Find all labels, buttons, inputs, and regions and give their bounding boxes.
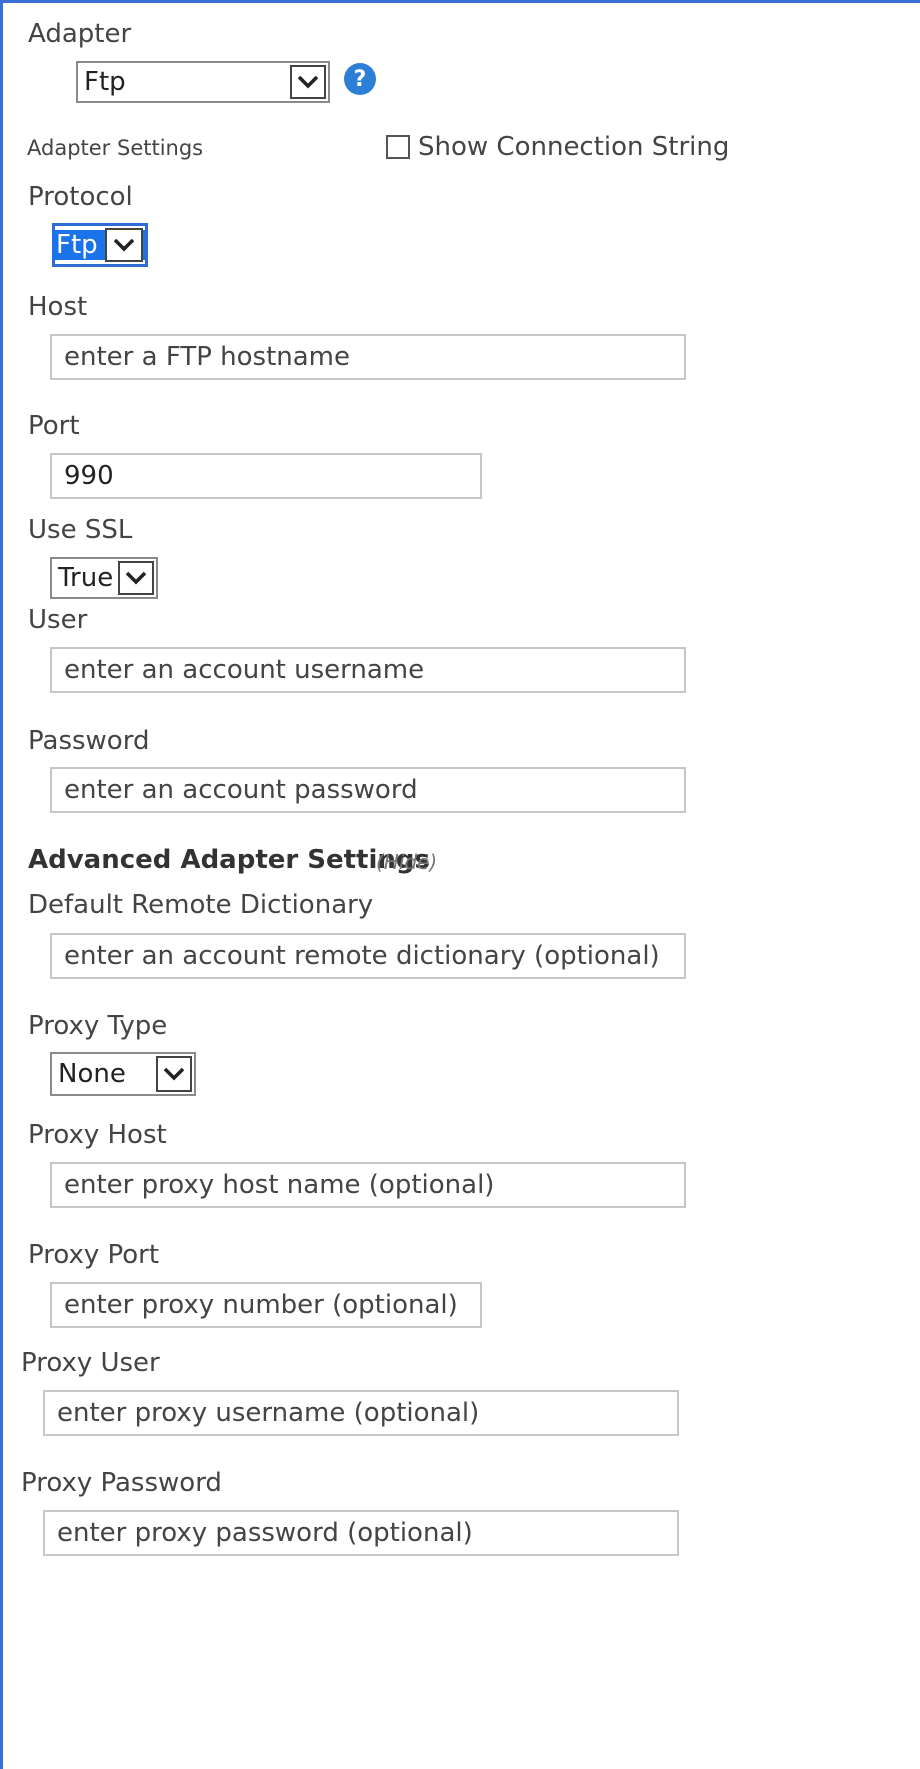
advanced-settings-title: Advanced Adapter Settings (28, 845, 430, 875)
port-input[interactable]: 990 (50, 453, 482, 499)
use-ssl-select[interactable]: True (50, 557, 158, 599)
protocol-label: Protocol (28, 182, 133, 212)
proxy-user-input[interactable]: enter proxy username (optional) (43, 1390, 679, 1436)
adapter-label: Adapter (28, 19, 132, 49)
password-input[interactable]: enter an account password (50, 767, 686, 813)
default-remote-dictionary-label: Default Remote Dictionary (28, 890, 374, 920)
adapter-settings-label: Adapter Settings (27, 136, 204, 160)
proxy-port-label: Proxy Port (28, 1240, 160, 1270)
host-input[interactable]: enter a FTP hostname (50, 334, 686, 380)
user-label: User (28, 605, 88, 635)
proxy-port-input[interactable]: enter proxy number (optional) (50, 1282, 482, 1328)
proxy-user-label: Proxy User (21, 1348, 160, 1378)
proxy-password-input[interactable]: enter proxy password (optional) (43, 1510, 679, 1556)
help-icon[interactable]: ? (344, 63, 376, 95)
protocol-select[interactable]: Ftp (52, 223, 148, 267)
advanced-settings-hide-link[interactable]: (Hide) (376, 850, 437, 874)
host-label: Host (28, 292, 88, 322)
port-label: Port (28, 411, 80, 441)
chevron-down-icon (290, 65, 326, 99)
chevron-down-icon (156, 1056, 192, 1092)
chevron-down-icon (105, 228, 143, 262)
proxy-password-label: Proxy Password (21, 1468, 222, 1498)
proxy-type-select[interactable]: None (50, 1052, 196, 1096)
user-input[interactable]: enter an account username (50, 647, 686, 693)
use-ssl-label: Use SSL (28, 515, 133, 545)
default-remote-dictionary-input[interactable]: enter an account remote dictionary (opti… (50, 933, 686, 979)
adapter-select[interactable]: Ftp (76, 61, 330, 103)
show-connection-string-label[interactable]: Show Connection String (418, 132, 729, 162)
chevron-down-icon (118, 561, 154, 595)
proxy-host-label: Proxy Host (28, 1120, 167, 1150)
show-connection-string-checkbox[interactable] (386, 135, 410, 159)
proxy-host-input[interactable]: enter proxy host name (optional) (50, 1162, 686, 1208)
proxy-type-label: Proxy Type (28, 1011, 168, 1041)
password-label: Password (28, 726, 150, 756)
